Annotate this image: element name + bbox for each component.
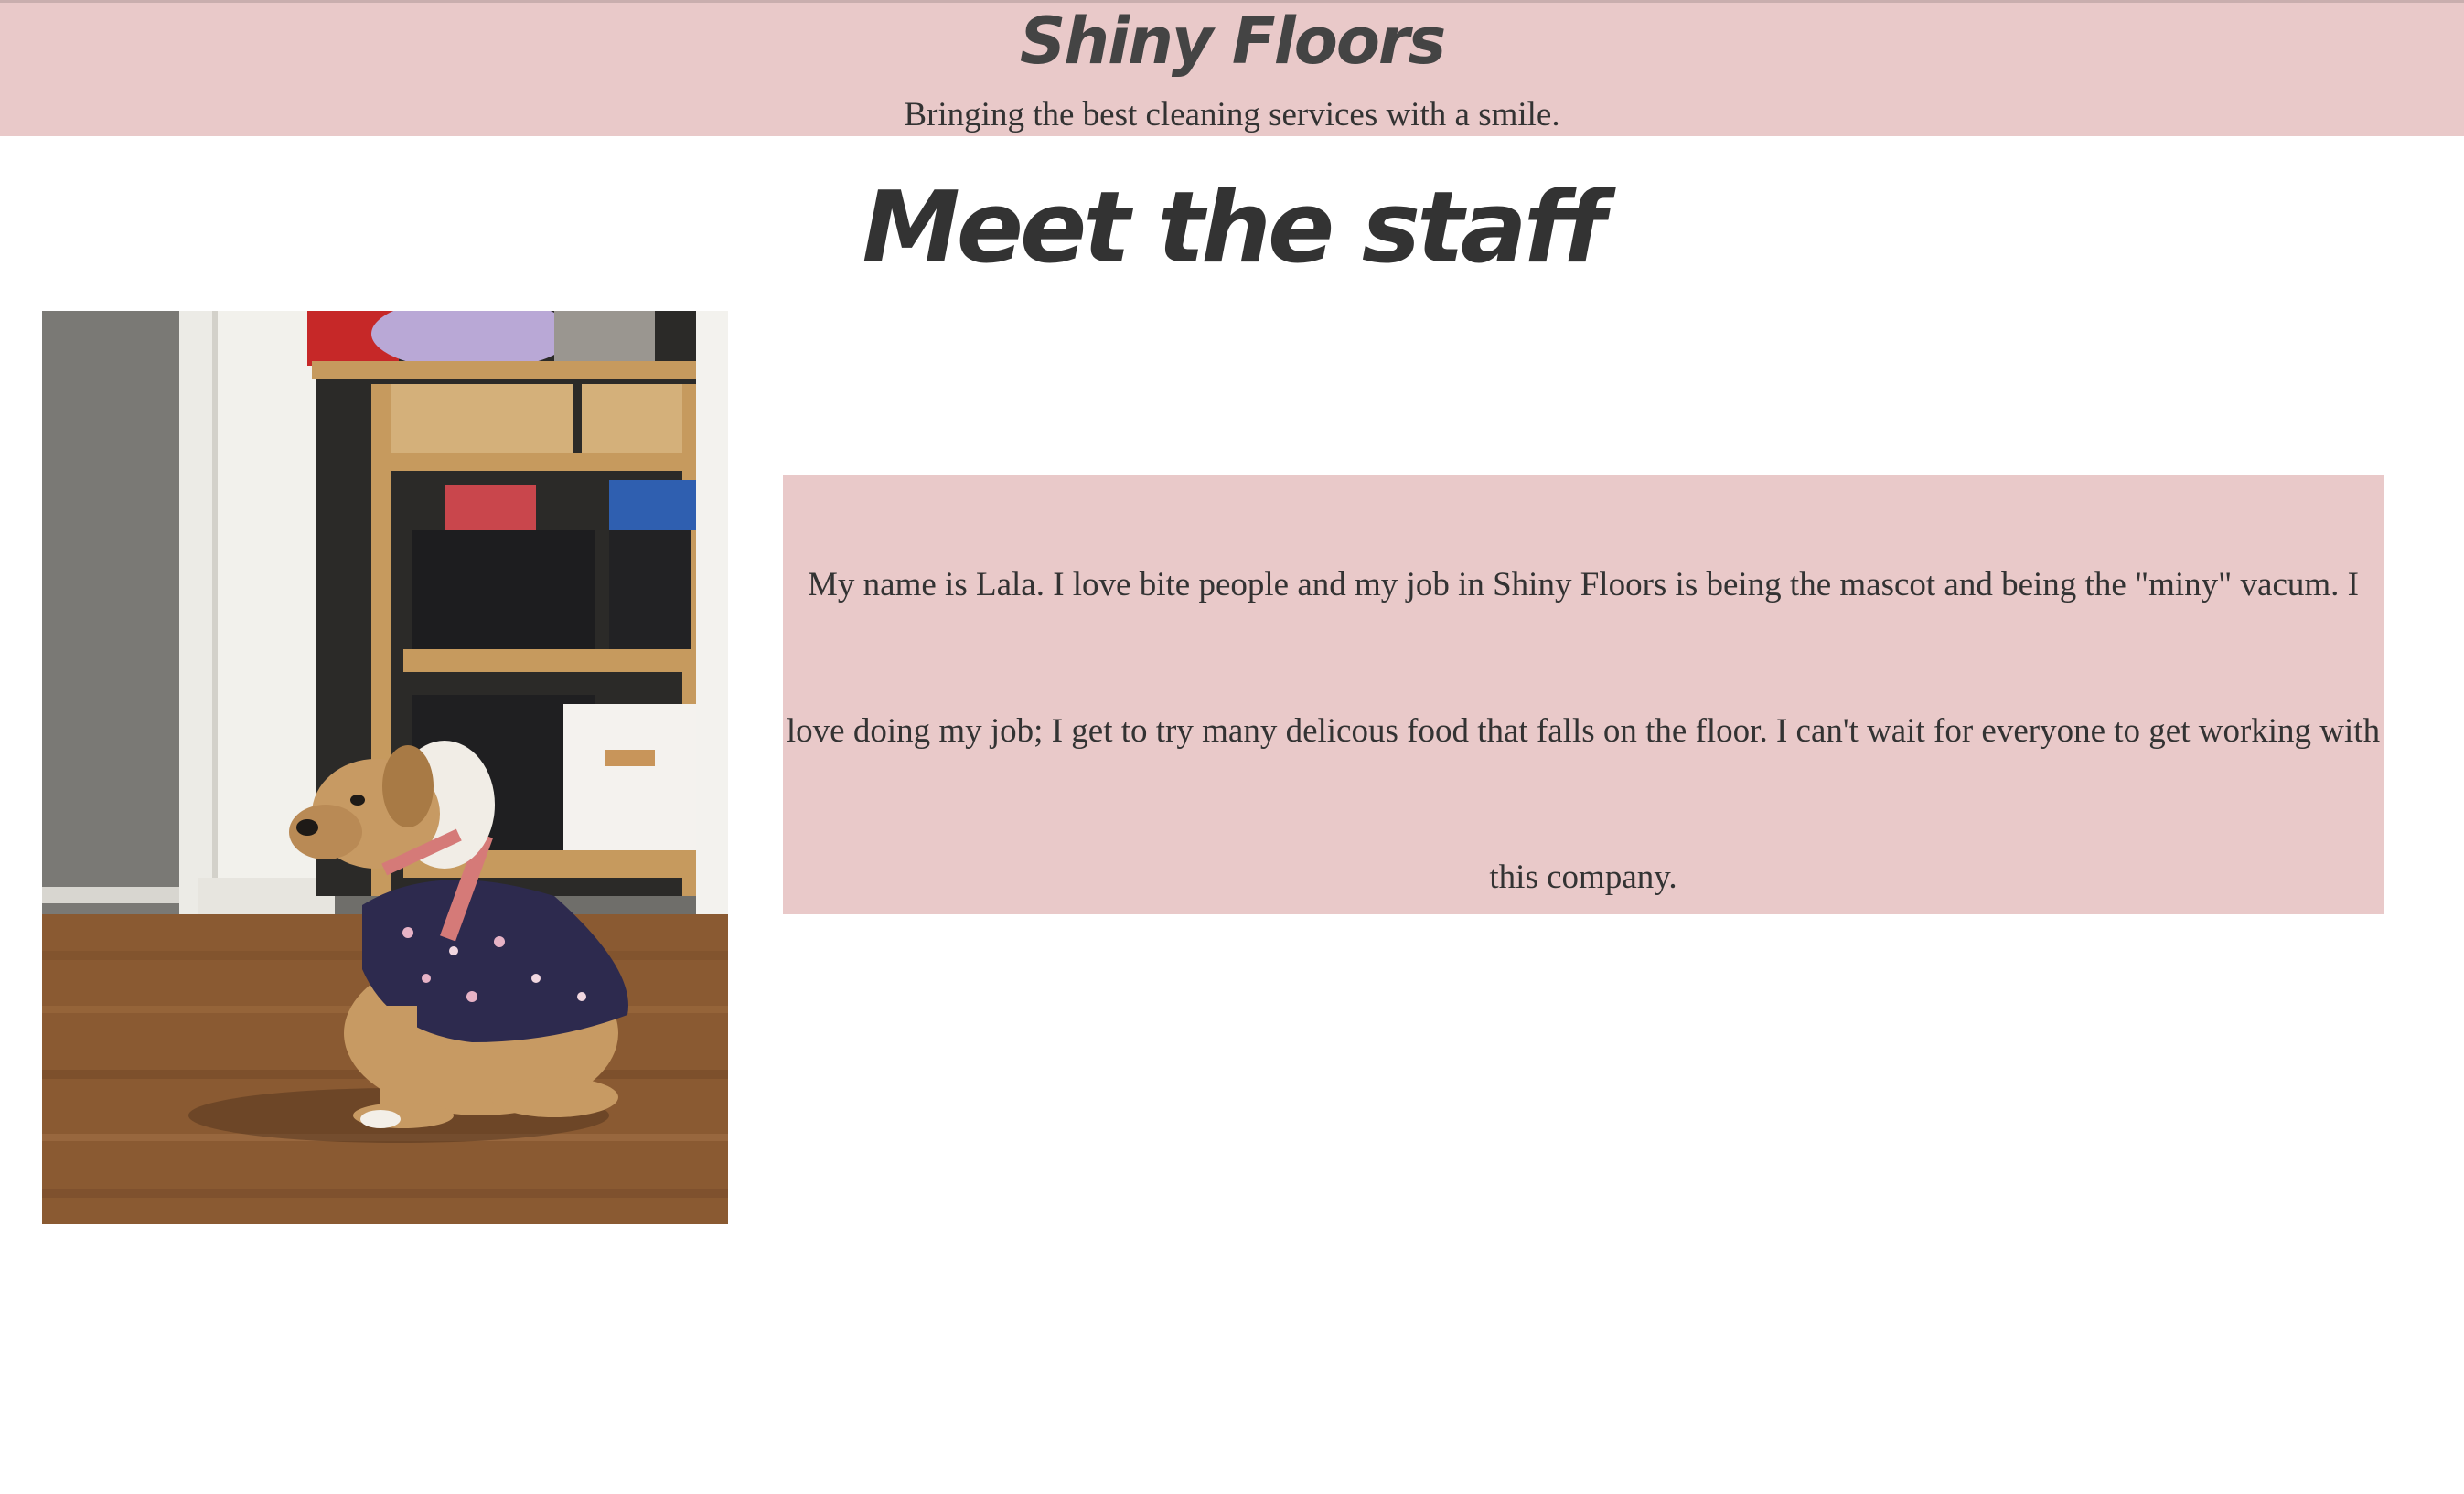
staff-bio: My name is Lala. I love bite people and … — [783, 475, 2384, 914]
site-tagline: Bringing the best cleaning services with… — [904, 96, 1560, 133]
page-title: Meet the staff — [862, 171, 1605, 285]
page: Shiny Floors Bringing the best cleaning … — [0, 0, 2464, 1494]
site-title: Shiny Floors — [1019, 4, 1446, 79]
dog-photo-illustration — [42, 311, 728, 1224]
staff-photo-dog — [42, 311, 728, 1224]
site-header: Shiny Floors Bringing the best cleaning … — [0, 0, 2464, 136]
